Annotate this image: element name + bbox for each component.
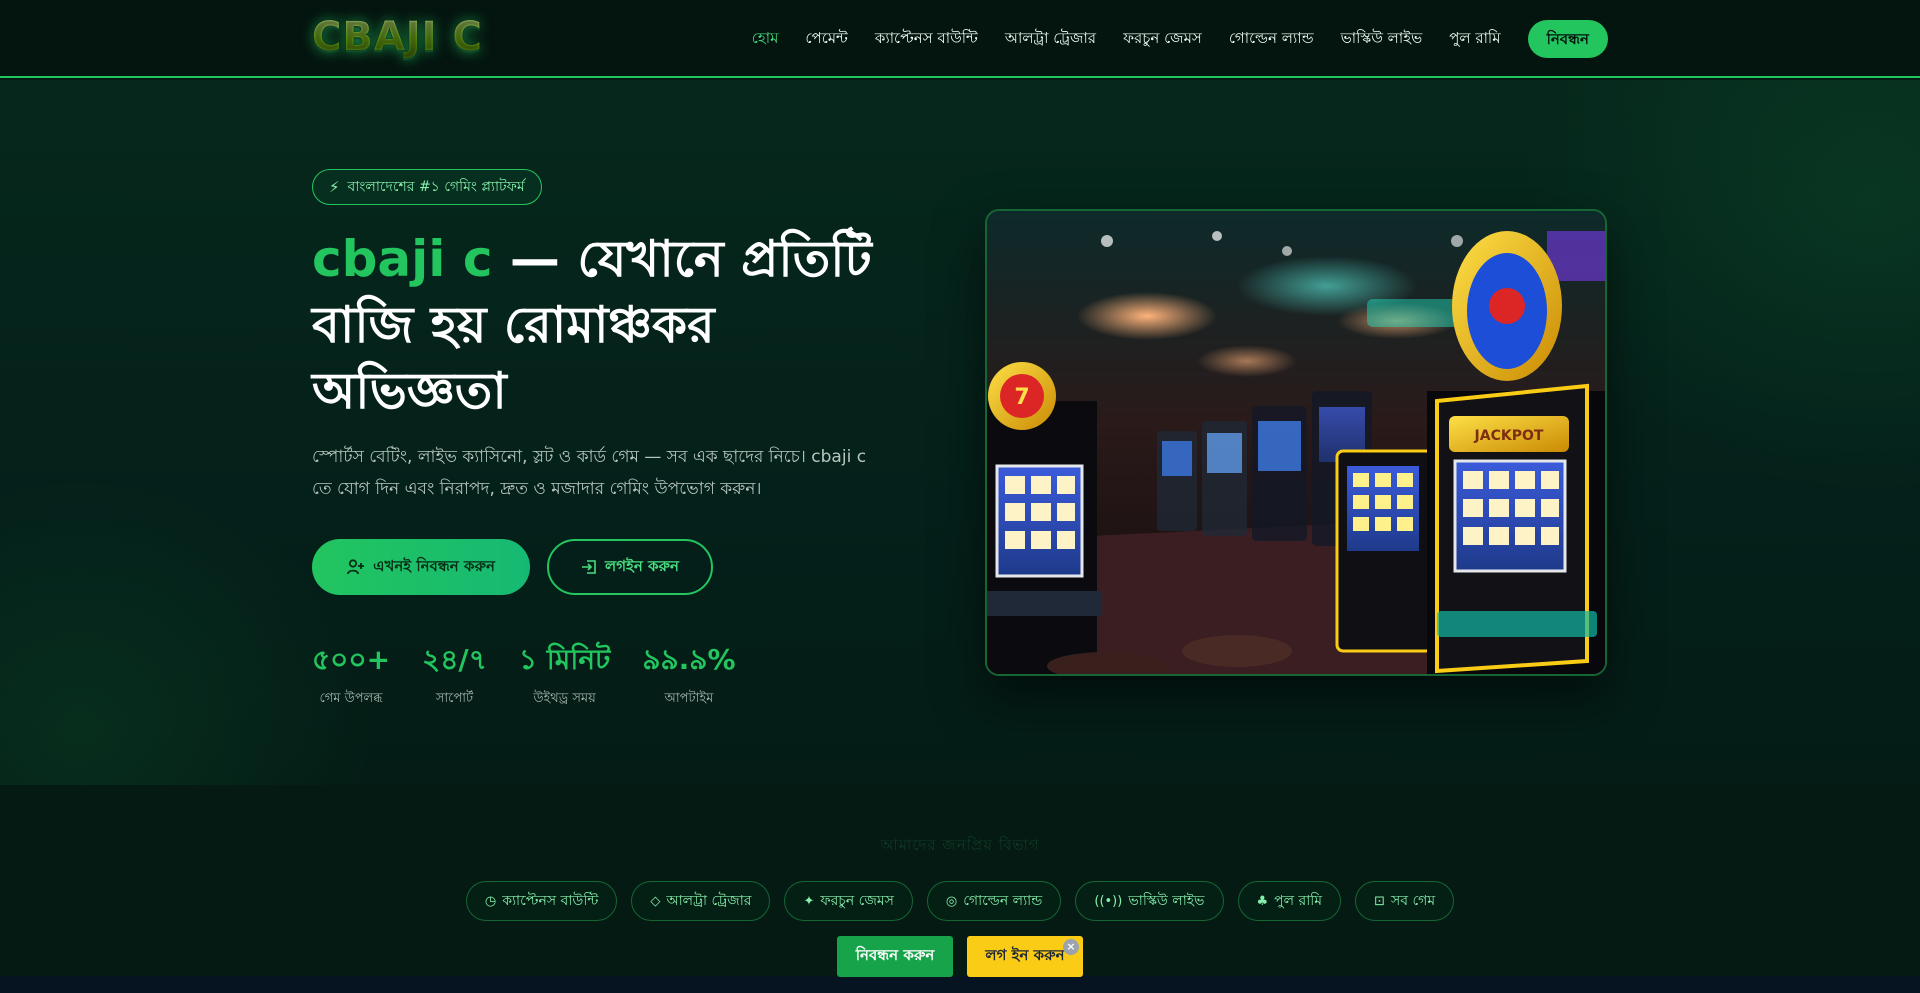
chip-label: গোল্ডেন ল্যান্ড [963,893,1043,909]
nav-item-home[interactable]: হোম [752,27,779,52]
chip-label: পুল রামি [1274,893,1323,909]
nav-item-ultra-treasure[interactable]: আলট্রা ট্রেজার [1005,27,1096,52]
chip-captains-bounty[interactable]: ◷ ক্যাপ্টেনস বাউন্টি [465,881,618,921]
compass-icon: ◷ [484,893,497,909]
club-icon: ♣ [1256,893,1269,909]
main-nav: হোম পেমেন্ট ক্যাপ্টেনস বাউন্টি আলট্রা ট্… [725,20,1608,58]
floating-action-bar: নিবন্ধন করুন লগ ইন করুন × [837,936,1083,977]
chip-label: আলট্রা ট্রেজার [666,893,752,909]
category-chips: ◷ ক্যাপ্টেনস বাউন্টি ◇ আলট্রা ট্রেজার ✦ … [0,881,1920,921]
stat-label: সাপোর্ট [435,691,474,706]
chip-all-games[interactable]: ⊡ সব গেম [1355,881,1455,921]
categories-heading: আমাদের জনপ্রিয় বিভাগ [880,836,1040,854]
login-label: লগইন করুন [605,556,679,575]
svg-text:JACKPOT: JACKPOT [1474,428,1544,444]
nav-item-captains-bounty[interactable]: ক্যাপ্টেনস বাউন্টি [875,27,978,52]
nav-item-pool-rummy[interactable]: পুল রামি [1449,27,1500,52]
login-button[interactable]: লগইন করুন [547,539,713,595]
coin-icon: ◎ [945,893,958,909]
lightning-icon: ⚡ [329,178,340,196]
register-now-label: এখনই নিবন্ধন করুন [373,556,495,575]
slot-machines-illustration: 7 JACKPOT [987,211,1605,674]
chip-live[interactable]: ((•)) ভাস্কিউ লাইভ [1075,881,1224,921]
hero-stats: ৫০০+ গেম উপলব্ধ ২৪/৭ সাপোর্ট ১ মিনিট উইথ… [312,641,736,710]
stat-value: ৫০০+ [312,643,391,676]
platform-badge: ⚡ বাংলাদেশের #১ গেমিং প্ল্যাটফর্ম [312,169,542,205]
stat-label: আপটাইম [664,691,714,706]
stat-value: ১ মিনিট [518,643,611,676]
chip-fortune-gems[interactable]: ✦ ফরচুন জেমস [784,881,913,921]
site-header: CBAJI C হোম পেমেন্ট ক্যাপ্টেনস বাউন্টি আ… [0,0,1920,78]
hero-section: ⚡ বাংলাদেশের #১ গেমিং প্ল্যাটফর্ম cbaji … [0,80,1920,785]
broadcast-icon: ((•)) [1094,893,1123,909]
chip-label: ফরচুন জেমস [820,893,894,909]
stat-label: উইথড্র সময় [533,691,596,706]
stat-games: ৫০০+ গেম উপলব্ধ [312,641,390,710]
register-now-button[interactable]: এখনই নিবন্ধন করুন [312,539,530,595]
chip-pool-rummy[interactable]: ♣ পুল রামি [1237,881,1342,921]
user-plus-icon [347,559,365,575]
floating-login-button[interactable]: লগ ইন করুন × [967,936,1083,977]
floating-register-button[interactable]: নিবন্ধন করুন [837,936,953,977]
nav-item-payment[interactable]: পেমেন্ট [805,27,847,52]
stat-withdraw: ১ মিনিট উইথড্র সময় [519,641,610,710]
hero-title: cbaji c — যেখানে প্রতিটি বাজি হয় রোমাঞ্… [312,226,872,424]
chip-label: ভাস্কিউ লাইভ [1128,893,1205,909]
gem-icon: ◇ [650,893,661,909]
chip-golden-land[interactable]: ◎ গোল্ডেন ল্যান্ড [926,881,1062,921]
gamepad-icon: ⊡ [1374,893,1385,909]
nav-item-golden-land[interactable]: গোল্ডেন ল্যান্ড [1229,27,1314,52]
nav-item-live[interactable]: ভাস্কিউ লাইভ [1341,27,1423,52]
chip-label: ক্যাপ্টেনস বাউন্টি [502,893,599,909]
hero-title-brand: cbaji c [312,230,493,288]
floating-login-label: লগ ইন করুন [985,946,1065,964]
chip-label: সব গেম [1391,893,1436,909]
casino-slot-machines-image: 7 JACKPOT [985,209,1607,676]
stat-support: ২৪/৭ সাপোর্ট [422,641,487,710]
register-button[interactable]: নিবন্ধন [1527,20,1608,58]
sparkle-icon: ✦ [803,893,815,909]
stat-uptime: ৯৯.৯% আপটাইম [642,641,735,710]
bottom-bar [0,976,1920,993]
close-icon[interactable]: × [1063,939,1079,955]
hero-description: স্পোর্টস বেটিং, লাইভ ক্যাসিনো, স্লট ও কা… [312,447,867,499]
stat-label: গেম উপলব্ধ [319,691,383,706]
badge-text: বাংলাদেশের #১ গেমিং প্ল্যাটফর্ম [347,179,525,195]
stat-value: ৯৯.৯% [642,643,736,676]
chip-ultra-treasure[interactable]: ◇ আলট্রা ট্রেজার [631,881,771,921]
login-icon [582,560,596,574]
site-logo[interactable]: CBAJI C [312,14,483,60]
stat-value: ২৪/৭ [422,643,487,676]
nav-item-fortune-gems[interactable]: ফরচুন জেমস [1123,27,1202,52]
svg-text:7: 7 [1014,385,1029,410]
